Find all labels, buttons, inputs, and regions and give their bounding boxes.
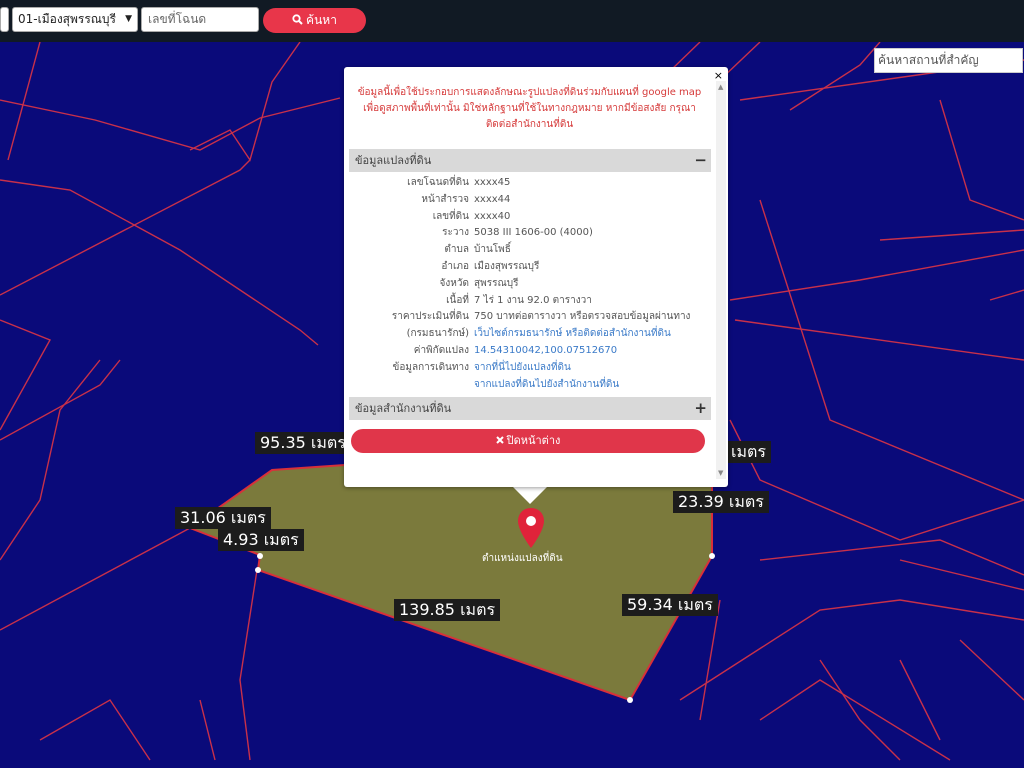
marker-label: ตำแหน่งแปลงที่ดิน — [482, 553, 563, 564]
detail-label: หน้าสำรวจ — [421, 193, 469, 205]
detail-row: หน้าสำรวจ xxxx44 — [349, 192, 711, 209]
detail-value: 750 บาทต่อตารางวา หรือตรวจสอบข้อมูลผ่านท… — [474, 311, 691, 323]
parcel-info-popup: × ▲ ▼ ข้อมูลนี้เพื่อใช้ประกอบการแสดงลักษ… — [344, 67, 728, 487]
section-title: ข้อมูลแปลงที่ดิน — [355, 154, 432, 167]
detail-label: ระวาง — [442, 227, 469, 239]
detail-value: เมืองสุพรรณบุรี — [474, 260, 540, 272]
deed-number-input[interactable]: เลขที่โฉนด — [141, 7, 259, 32]
detail-row: (กรมธนารักษ์) เว็บไซต์กรมธนารักษ์ หรือติด… — [349, 326, 711, 343]
selected-parcel[interactable] — [187, 463, 713, 702]
detail-row: ราคาประเมินที่ดิน 750 บาทต่อตารางวา หรือต… — [349, 309, 711, 326]
measure-label: 4.93 เมตร — [218, 529, 304, 551]
expand-icon[interactable]: + — [694, 397, 707, 420]
search-icon — [292, 14, 303, 25]
detail-value: xxxx45 — [474, 177, 511, 188]
directions-to-office-link[interactable]: จากแปลงที่ดินไปยังสำนักงานที่ดิน — [474, 377, 619, 394]
collapse-icon[interactable]: − — [694, 149, 707, 172]
location-pin-icon[interactable] — [517, 507, 545, 549]
search-button[interactable]: ค้นหา — [263, 8, 366, 33]
detail-label: จังหวัด — [439, 277, 469, 289]
detail-row: ตำบล บ้านโพธิ์ — [349, 242, 711, 259]
detail-label: ราคาประเมินที่ดิน — [391, 311, 469, 323]
detail-label: ค่าพิกัดแปลง — [413, 344, 469, 356]
scroll-up-icon[interactable]: ▲ — [718, 83, 723, 91]
district-select[interactable]: 01-เมืองสุพรรณบุรี ▼ — [12, 7, 138, 32]
measure-label: 139.85 เมตร — [394, 599, 501, 621]
scroll-down-icon[interactable]: ▼ — [718, 469, 723, 477]
popup-pointer — [512, 486, 548, 504]
poi-search-placeholder: ค้นหาสถานที่สำคัญ — [878, 53, 979, 67]
parcel-details: เลขโฉนดที่ดิน xxxx45 หน้าสำรวจ xxxx44 เลขท… — [349, 175, 711, 393]
section-header-office[interactable]: ข้อมูลสำนักงานที่ดิน + — [349, 397, 711, 420]
detail-label: เนื้อที่ — [446, 294, 469, 306]
section-header-parcel[interactable]: ข้อมูลแปลงที่ดิน − — [349, 149, 711, 172]
detail-row: เลขที่ดิน xxxx40 — [349, 209, 711, 226]
detail-label: เลขที่ดิน — [432, 210, 469, 222]
detail-value: 5038 III 1606-00 (4000) — [474, 227, 593, 239]
detail-row: ระวาง 5038 III 1606-00 (4000) — [349, 225, 711, 242]
top-toolbar: 01-เมืองสุพรรณบุรี ▼ เลขที่โฉนด ค้นหา — [0, 0, 1024, 42]
measure-label: 95.35 เมตร — [255, 432, 351, 454]
disclaimer-text: ข้อมูลนี้เพื่อใช้ประกอบการแสดงลักษณะรูปแ… — [357, 87, 702, 130]
directions-to-parcel-link[interactable]: จากที่นี่ไปยังแปลงที่ดิน — [474, 360, 571, 377]
detail-label: อำเภอ — [441, 260, 469, 272]
detail-row: จังหวัด สุพรรณบุรี — [349, 276, 711, 293]
detail-row: เลขโฉนดที่ดิน xxxx45 — [349, 175, 711, 192]
search-button-label: ค้นหา — [306, 13, 337, 27]
detail-value: 7 ไร่ 1 งาน 92.0 ตารางวา — [474, 294, 592, 306]
detail-row: อำเภอ เมืองสุพรรณบุรี — [349, 259, 711, 276]
province-select[interactable] — [0, 7, 9, 32]
chevron-down-icon: ▼ — [125, 14, 132, 24]
detail-label: ข้อมูลการเดินทาง — [392, 361, 469, 373]
detail-row: จากแปลงที่ดินไปยังสำนักงานที่ดิน — [349, 377, 711, 394]
detail-value: สุพรรณบุรี — [474, 277, 519, 289]
district-select-value: 01-เมืองสุพรรณบุรี — [18, 12, 116, 26]
measure-label: 59.34 เมตร — [622, 594, 718, 616]
close-icon — [495, 436, 504, 444]
detail-label: เลขโฉนดที่ดิน — [407, 177, 469, 188]
detail-label: (กรมธนารักษ์) — [406, 328, 469, 340]
detail-row: ค่าพิกัดแปลง 14.54310042,100.07512670 — [349, 343, 711, 360]
poi-search-input[interactable]: ค้นหาสถานที่สำคัญ — [874, 48, 1023, 73]
popup-scrollbar[interactable]: ▲ ▼ — [716, 81, 726, 479]
detail-value: บ้านโพธิ์ — [474, 244, 511, 256]
close-window-button[interactable]: ปิดหน้าต่าง — [351, 429, 705, 453]
detail-value: xxxx44 — [474, 193, 511, 205]
treasury-link[interactable]: เว็บไซต์กรมธนารักษ์ หรือติดต่อสำนักงานที… — [474, 326, 671, 343]
detail-value: xxxx40 — [474, 210, 511, 222]
measure-label: 31.06 เมตร — [175, 507, 271, 529]
detail-row: เนื้อที่ 7 ไร่ 1 งาน 92.0 ตารางวา — [349, 293, 711, 310]
section-title: ข้อมูลสำนักงานที่ดิน — [355, 402, 452, 415]
detail-label: ตำบล — [444, 244, 469, 256]
close-window-label: ปิดหน้าต่าง — [506, 434, 561, 447]
deed-number-placeholder: เลขที่โฉนด — [148, 12, 207, 26]
coordinates-link[interactable]: 14.54310042,100.07512670 — [474, 343, 617, 360]
measure-label: 23.39 เมตร — [673, 491, 769, 513]
measure-label: เมตร — [726, 441, 771, 463]
detail-row: ข้อมูลการเดินทาง จากที่นี่ไปยังแปลงที่ดิน — [349, 360, 711, 377]
